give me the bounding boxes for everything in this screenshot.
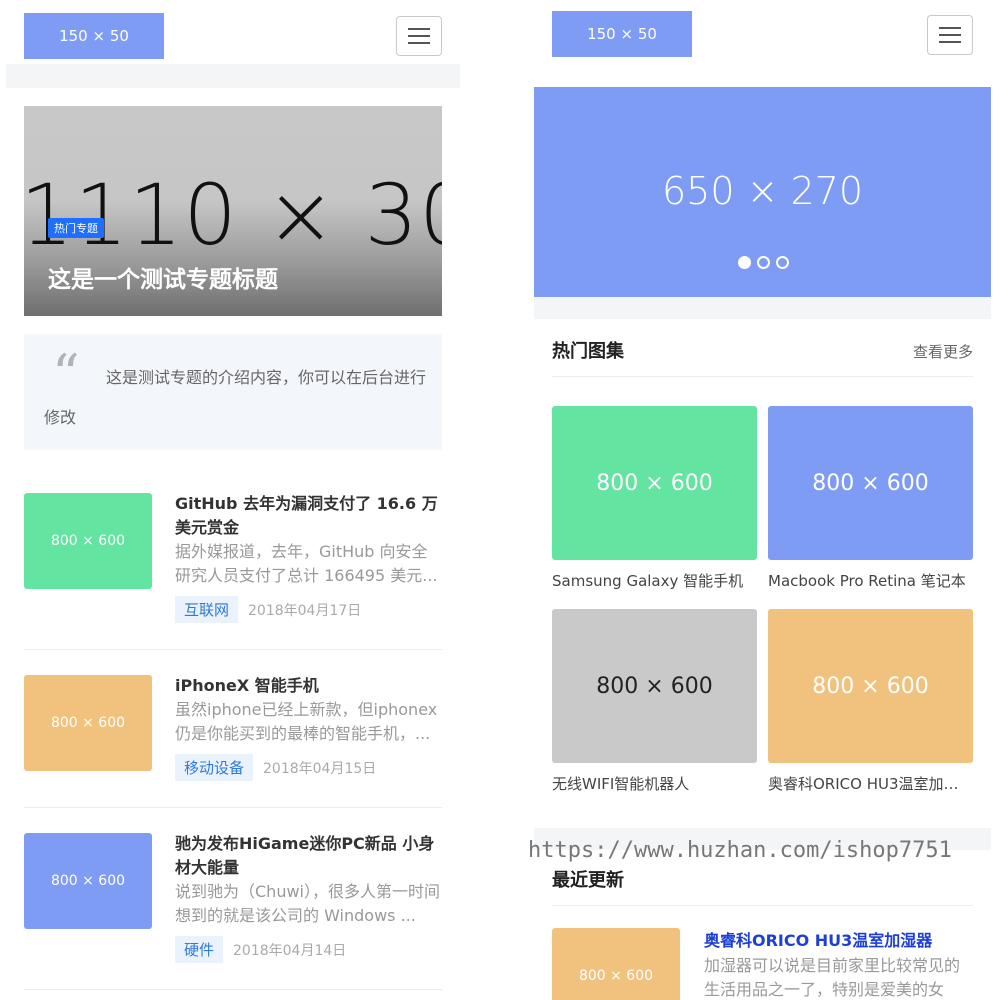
- carousel-indicators: [738, 256, 789, 269]
- hamburger-icon: [408, 35, 430, 37]
- topic-badge: 热门专题: [48, 218, 104, 238]
- article-date: 2018年04月17日: [248, 602, 362, 619]
- article-description: 说到驰为（Chuwi），很多人第一时间想到的就是该公司的 Windows ...: [175, 882, 440, 925]
- article-date: 2018年04月15日: [263, 760, 377, 777]
- article-tag[interactable]: 硬件: [175, 936, 224, 963]
- gallery-item[interactable]: 800 × 600 Macbook Pro Retina 笔记本: [768, 406, 973, 591]
- gallery-caption[interactable]: 无线WIFI智能机器人: [552, 773, 757, 794]
- recent-article-title[interactable]: 奥睿科ORICO HU3温室加湿器: [704, 928, 973, 954]
- recent-thumbnail[interactable]: 800 × 600: [552, 928, 680, 1000]
- divider-strip: [534, 297, 991, 319]
- gallery-image[interactable]: 800 × 600: [552, 609, 757, 763]
- menu-button[interactable]: [396, 16, 442, 56]
- gallery-title: 热门图集: [552, 341, 624, 362]
- gallery-item[interactable]: 800 × 600 奥睿科ORICO HU3温室加湿器: [768, 609, 973, 794]
- hero-carousel[interactable]: 650 × 270: [534, 87, 991, 297]
- gallery-image[interactable]: 800 × 600: [552, 406, 757, 560]
- view-more-link[interactable]: 查看更多: [913, 341, 973, 362]
- article-description: 据外媒报道，去年，GitHub 向安全研究人员支付了总计 166495 美元..…: [175, 542, 438, 585]
- gallery-image[interactable]: 800 × 600: [768, 609, 973, 763]
- divider-strip: [6, 64, 460, 88]
- hamburger-icon: [408, 28, 430, 30]
- article-date: 2018年04月14日: [233, 942, 347, 959]
- article-title[interactable]: GitHub 去年为漏洞支付了 16.6 万美元赏金: [175, 492, 441, 540]
- article-item[interactable]: 800 × 600 GitHub 去年为漏洞支付了 16.6 万美元赏金 据外媒…: [24, 492, 442, 650]
- article-item[interactable]: 800 × 600 驰为发布HiGame迷你PC新品 小身材大能量 说到驰为（C…: [24, 832, 442, 990]
- menu-button[interactable]: [927, 15, 973, 55]
- article-tag[interactable]: 移动设备: [175, 754, 254, 781]
- article-item[interactable]: 800 × 600 iPhoneX 智能手机 虽然iphone已经上新款，但ip…: [24, 674, 442, 808]
- recent-title: 最近更新: [552, 870, 624, 891]
- gallery-image[interactable]: 800 × 600: [768, 406, 973, 560]
- intro-text: 这是测试专题的介绍内容，你可以在后台进行修改: [44, 368, 427, 427]
- gallery-item[interactable]: 800 × 600 Samsung Galaxy 智能手机: [552, 406, 757, 591]
- topic-title: 这是一个测试专题标题: [48, 267, 278, 293]
- article-tag[interactable]: 互联网: [175, 596, 239, 623]
- hero-image-label: 650 × 270: [661, 169, 864, 213]
- logo[interactable]: 150 × 50: [552, 11, 692, 57]
- topic-intro: “ 这是测试专题的介绍内容，你可以在后台进行修改: [24, 334, 442, 450]
- recent-article-description: 加湿器可以说是目前家里比较常见的生活用品之一了，特别是爱美的女: [704, 956, 961, 999]
- article-description: 虽然iphone已经上新款，但iphonex仍是你能买到的最棒的智能手机，...: [175, 700, 438, 743]
- hamburger-icon: [939, 41, 961, 43]
- article-thumbnail[interactable]: 800 × 600: [24, 493, 152, 589]
- recent-article[interactable]: 800 × 600 奥睿科ORICO HU3温室加湿器 加湿器可以说是目前家里比…: [552, 928, 973, 1000]
- topic-image-label: 1110 × 300: [24, 166, 442, 264]
- gallery-caption[interactable]: Macbook Pro Retina 笔记本: [768, 570, 973, 591]
- logo[interactable]: 150 × 50: [24, 13, 164, 59]
- gallery-caption[interactable]: Samsung Galaxy 智能手机: [552, 570, 757, 591]
- header: 150 × 50: [6, 0, 460, 64]
- hamburger-icon: [408, 42, 430, 44]
- gallery-item[interactable]: 800 × 600 无线WIFI智能机器人: [552, 609, 757, 794]
- header: 150 × 50: [534, 0, 991, 64]
- left-screen: 150 × 50 1110 × 300 热门专题 这是一个测试专题标题 “ 这是…: [6, 0, 460, 1000]
- article-title[interactable]: 驰为发布HiGame迷你PC新品 小身材大能量: [175, 832, 441, 880]
- gallery-section-header: 热门图集 查看更多: [552, 319, 973, 377]
- gallery-caption[interactable]: 奥睿科ORICO HU3温室加湿器: [768, 773, 973, 794]
- carousel-dot[interactable]: [738, 256, 751, 269]
- article-thumbnail[interactable]: 800 × 600: [24, 675, 152, 771]
- carousel-dot[interactable]: [757, 256, 770, 269]
- watermark-text: https://www.huzhan.com/ishop7751: [528, 838, 952, 863]
- topic-banner[interactable]: 1110 × 300 热门专题 这是一个测试专题标题: [24, 106, 442, 316]
- hamburger-icon: [939, 34, 961, 36]
- article-title[interactable]: iPhoneX 智能手机: [175, 674, 441, 698]
- hamburger-icon: [939, 27, 961, 29]
- article-thumbnail[interactable]: 800 × 600: [24, 833, 152, 929]
- carousel-dot[interactable]: [776, 256, 789, 269]
